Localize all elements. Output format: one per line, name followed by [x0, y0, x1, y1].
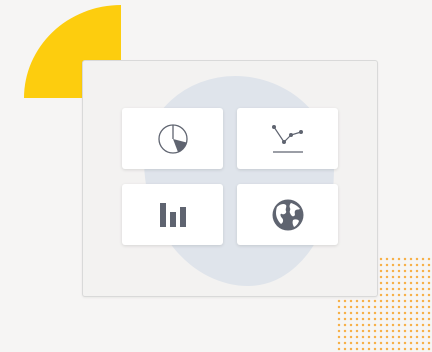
tile-bar-chart[interactable] [122, 184, 223, 245]
analytics-card [82, 60, 378, 297]
pie-chart-icon [157, 123, 189, 155]
line-chart-icon [271, 123, 305, 155]
bar-chart-icon [159, 201, 187, 229]
globe-icon [271, 198, 305, 232]
tile-line-chart[interactable] [237, 108, 338, 169]
tile-pie-chart[interactable] [122, 108, 223, 169]
tile-globe[interactable] [237, 184, 338, 245]
